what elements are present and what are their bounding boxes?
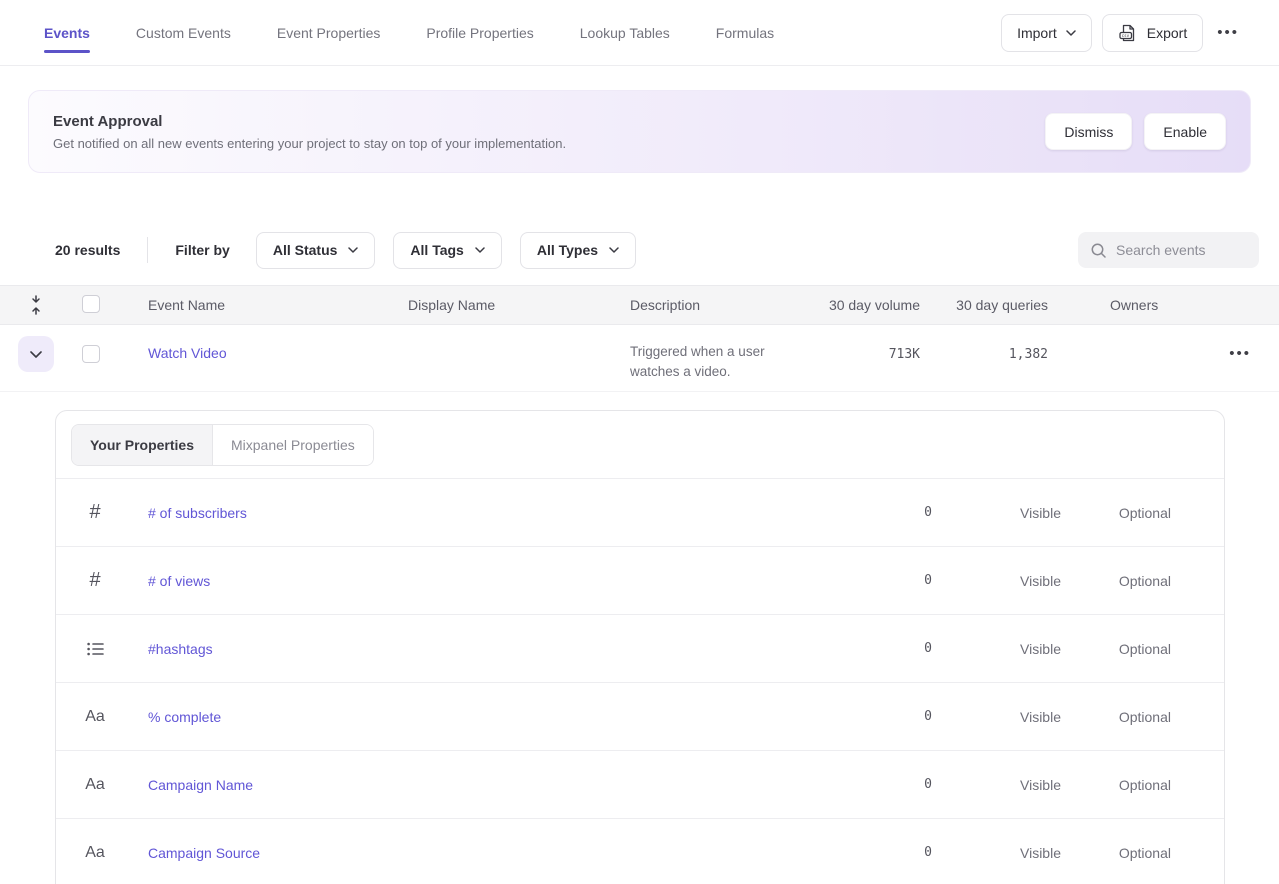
property-name-link[interactable]: Campaign Name	[148, 777, 253, 793]
property-status: Optional	[1061, 641, 1171, 657]
banner-actions: Dismiss Enable	[1045, 113, 1226, 150]
search-input[interactable]	[1116, 242, 1247, 258]
types-filter-dropdown[interactable]: All Types	[520, 232, 636, 269]
dismiss-button[interactable]: Dismiss	[1045, 113, 1132, 150]
chevron-down-icon	[1066, 30, 1076, 36]
column-30-day-queries: 30 day queries	[920, 297, 1048, 313]
list-icon	[84, 640, 106, 658]
nav-actions: Import csv Export •••	[1001, 0, 1243, 65]
event-name-link[interactable]: Watch Video	[148, 345, 227, 361]
tab-formulas[interactable]: Formulas	[716, 0, 774, 65]
column-owners: Owners	[1110, 297, 1215, 313]
property-status: Optional	[1061, 709, 1171, 725]
tab-lookup-tables[interactable]: Lookup Tables	[580, 0, 670, 65]
property-queries-value: 0	[872, 573, 932, 588]
number-icon: #	[84, 501, 106, 524]
chevron-down-icon	[348, 247, 358, 253]
property-status: Optional	[1061, 845, 1171, 861]
status-filter-dropdown[interactable]: All Status	[256, 232, 376, 269]
chevron-down-icon	[30, 351, 42, 358]
search-icon	[1090, 242, 1107, 259]
filter-by-label: Filter by	[175, 242, 229, 258]
select-all-checkbox[interactable]	[82, 295, 100, 313]
properties-panel: Your Properties Mixpanel Properties # # …	[55, 410, 1225, 884]
property-queries-value: 0	[872, 709, 932, 724]
property-row: Aa Campaign Source 0 Visible Optional	[56, 819, 1224, 884]
property-status: Optional	[1061, 777, 1171, 793]
tab-profile-properties[interactable]: Profile Properties	[426, 0, 533, 65]
column-description: Description	[630, 297, 820, 313]
text-type-icon: Aa	[84, 776, 106, 794]
tags-filter-dropdown[interactable]: All Tags	[393, 232, 501, 269]
property-queries-value: 0	[872, 845, 932, 860]
filter-bar: 20 results Filter by All Status All Tags…	[55, 232, 1259, 268]
property-visibility: Visible	[951, 845, 1061, 861]
enable-button[interactable]: Enable	[1144, 113, 1226, 150]
column-display-name: Display Name	[408, 297, 630, 313]
event-volume: 713K	[889, 347, 920, 362]
property-name-link[interactable]: % complete	[148, 709, 221, 725]
event-queries: 1,382	[1009, 347, 1048, 362]
import-button[interactable]: Import	[1001, 14, 1092, 52]
tab-your-properties[interactable]: Your Properties	[72, 425, 213, 465]
property-visibility: Visible	[951, 777, 1061, 793]
property-row: Aa Campaign Name 0 Visible Optional	[56, 751, 1224, 819]
row-more-button[interactable]: •••	[1225, 339, 1255, 368]
tab-event-properties[interactable]: Event Properties	[277, 0, 381, 65]
divider	[147, 237, 148, 263]
text-type-icon: Aa	[84, 708, 106, 726]
top-nav: Events Custom Events Event Properties Pr…	[0, 0, 1279, 66]
collapse-row-button[interactable]	[18, 336, 54, 372]
export-button-label: Export	[1147, 25, 1187, 41]
property-visibility: Visible	[951, 573, 1061, 589]
property-visibility: Visible	[951, 641, 1061, 657]
text-type-icon: Aa	[84, 844, 106, 862]
svg-text:csv: csv	[1121, 33, 1129, 38]
property-row: # # of subscribers 0 Visible Optional	[56, 479, 1224, 547]
property-name-link[interactable]: # of views	[148, 573, 210, 589]
csv-file-icon: csv	[1118, 23, 1138, 43]
export-button[interactable]: csv Export	[1102, 14, 1203, 52]
column-event-name: Event Name	[148, 297, 408, 313]
tab-events[interactable]: Events	[44, 0, 90, 65]
property-visibility: Visible	[951, 505, 1061, 521]
banner-description: Get notified on all new events entering …	[53, 136, 566, 151]
nav-tab-list: Events Custom Events Event Properties Pr…	[44, 0, 774, 65]
property-name-link[interactable]: #hashtags	[148, 641, 213, 657]
property-status: Optional	[1061, 505, 1171, 521]
property-queries-value: 0	[872, 505, 932, 520]
property-name-link[interactable]: Campaign Source	[148, 845, 260, 861]
chevron-down-icon	[609, 247, 619, 253]
property-queries-value: 0	[872, 777, 932, 792]
column-30-day-volume: 30 day volume	[820, 297, 920, 313]
nav-more-button[interactable]: •••	[1213, 18, 1243, 47]
banner-title: Event Approval	[53, 113, 566, 130]
collapse-all-icon[interactable]	[18, 294, 54, 316]
banner-text: Event Approval Get notified on all new e…	[53, 113, 566, 151]
results-count: 20 results	[55, 242, 120, 258]
chevron-down-icon	[475, 247, 485, 253]
property-row: Aa % complete 0 Visible Optional	[56, 683, 1224, 751]
row-checkbox[interactable]	[82, 345, 100, 363]
events-table-header: Event Name Display Name Description 30 d…	[0, 285, 1279, 325]
types-filter-label: All Types	[537, 242, 598, 258]
number-icon: #	[84, 569, 106, 592]
property-row: # # of views 0 Visible Optional	[56, 547, 1224, 615]
event-row-watch-video: Watch Video Triggered when a user watche…	[0, 325, 1279, 392]
status-filter-label: All Status	[273, 242, 338, 258]
property-visibility: Visible	[951, 709, 1061, 725]
event-description: Triggered when a user watches a video.	[630, 342, 802, 382]
property-status: Optional	[1061, 573, 1171, 589]
properties-tab-switcher: Your Properties Mixpanel Properties	[71, 424, 374, 466]
property-queries-value: 0	[872, 641, 932, 656]
tab-custom-events[interactable]: Custom Events	[136, 0, 231, 65]
tab-mixpanel-properties[interactable]: Mixpanel Properties	[213, 425, 373, 465]
tags-filter-label: All Tags	[410, 242, 463, 258]
property-row: #hashtags 0 Visible Optional	[56, 615, 1224, 683]
property-name-link[interactable]: # of subscribers	[148, 505, 247, 521]
event-approval-banner: Event Approval Get notified on all new e…	[28, 90, 1251, 173]
search-box	[1078, 232, 1259, 268]
import-button-label: Import	[1017, 25, 1057, 41]
properties-tabs-bar: Your Properties Mixpanel Properties	[56, 411, 1224, 479]
